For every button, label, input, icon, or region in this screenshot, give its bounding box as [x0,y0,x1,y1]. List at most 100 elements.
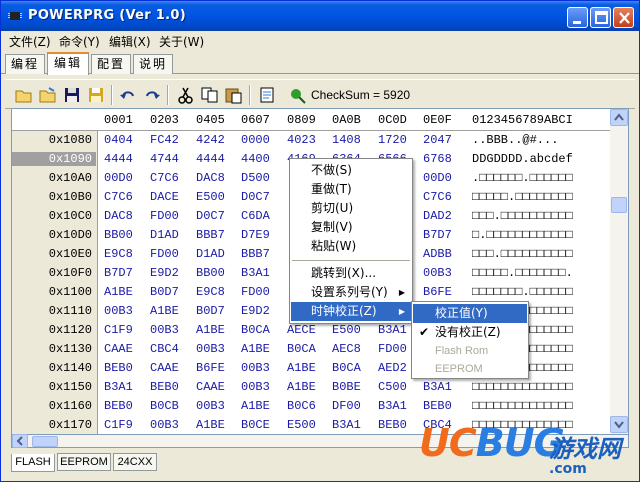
hex-cell[interactable]: BEB0 [150,380,179,394]
hex-cell[interactable]: B6FE [196,361,225,375]
hex-cell[interactable]: BEB0 [104,361,133,375]
hex-cell[interactable]: 4444 [196,152,225,166]
cut-button[interactable] [175,85,197,105]
ascii-cell[interactable]: □□□□□.□□□□□□□□ [472,190,573,204]
hex-cell[interactable]: B0CA [287,342,316,356]
tab-program[interactable]: 编程 [5,54,45,74]
menu-goto[interactable]: 跳转到(X)... [291,264,411,283]
ascii-cell[interactable]: .□□□□□□.□□□□□□ [472,171,573,185]
hex-cell[interactable]: B0C6 [287,399,316,413]
menu-clock-calibration[interactable]: 时钟校正(Z) ▶ [291,302,411,321]
ascii-cell[interactable]: □□□.□□□□□□□□□□ [472,247,573,261]
hex-cell[interactable]: BEB0 [378,418,407,432]
checksum-button[interactable] [287,85,309,105]
hex-row[interactable]: 0x1150 B3A1 BEB0 CAAE 00B3 A1BE B0BE C500 B3A1 □□… [12,380,610,399]
hex-cell[interactable]: DACE [150,190,179,204]
undo-button[interactable] [117,85,139,105]
hex-cell[interactable]: A1BE [196,323,225,337]
hex-cell[interactable]: B3A1 [241,266,270,280]
hex-cell[interactable]: 0000 [241,133,270,147]
hscroll-thumb[interactable] [32,436,58,447]
tab-24cxx[interactable]: 24CXX [113,453,157,471]
hex-cell[interactable]: A1BE [241,342,270,356]
tab-config[interactable]: 配置 [91,54,131,74]
menu-no-calibration[interactable]: ✔ 没有校正(Z) [413,323,527,342]
hex-cell[interactable]: FD00 [150,247,179,261]
hex-cell[interactable]: B0CE [241,418,270,432]
hex-cell[interactable]: E9C8 [196,285,225,299]
hex-cell[interactable]: 00B3 [241,380,270,394]
hex-cell[interactable]: CAAE [104,342,133,356]
hex-cell[interactable]: A1BE [241,399,270,413]
hex-cell[interactable]: BEB0 [104,399,133,413]
hex-cell[interactable]: E500 [332,323,361,337]
copy-button[interactable] [199,85,221,105]
hex-cell[interactable]: DF00 [332,399,361,413]
hex-cell[interactable]: CBC4 [150,342,179,356]
ascii-cell[interactable]: □.□□□□□□□□□□□□ [472,228,573,242]
hex-cell[interactable]: B0BE [332,380,361,394]
hex-cell[interactable]: A1BE [196,418,225,432]
hex-cell[interactable]: A1BE [104,285,133,299]
menu-calibration-value[interactable]: 校正值(Y) [413,304,527,323]
maximize-button[interactable] [590,7,611,28]
hex-cell[interactable]: AEC8 [332,342,361,356]
hex-cell[interactable]: FD00 [378,342,407,356]
hex-cell[interactable]: 00D0 [104,171,133,185]
new-file-button[interactable] [13,85,35,105]
hex-cell[interactable]: B6FE [423,285,452,299]
scroll-left-button[interactable] [12,434,28,448]
hex-cell[interactable]: FD00 [150,209,179,223]
hex-cell[interactable]: B3A1 [423,380,452,394]
hex-cell[interactable]: B7D7 [104,266,133,280]
menu-about[interactable]: 关于(W) [159,33,204,50]
ascii-cell[interactable]: ..BBB..@#... [472,133,558,147]
hex-cell[interactable]: B3A1 [378,399,407,413]
hex-cell[interactable]: D500 [241,171,270,185]
hex-cell[interactable]: DAC8 [196,171,225,185]
hex-cell[interactable]: BBB7 [241,247,270,261]
close-button[interactable] [613,7,634,28]
hex-cell[interactable]: D7E9 [241,228,270,242]
hex-cell[interactable]: ADBB [423,247,452,261]
hex-cell[interactable]: A1BE [287,361,316,375]
hex-cell[interactable]: E500 [287,418,316,432]
hex-cell[interactable]: B3A1 [378,323,407,337]
menu-copy[interactable]: 复制(V) [291,218,411,237]
hex-cell[interactable]: 00B3 [196,342,225,356]
menu-undo[interactable]: 不做(S) [291,161,411,180]
scroll-up-button[interactable] [610,109,628,126]
hex-cell[interactable]: A1BE [287,380,316,394]
hex-cell[interactable]: 00B3 [241,361,270,375]
hex-cell[interactable]: DAC8 [104,209,133,223]
ascii-cell[interactable]: □□□□□.□□□□□□□. [472,266,573,280]
vertical-scrollbar[interactable] [610,109,628,445]
menu-file[interactable]: 文件(Z) [9,33,51,50]
hex-cell[interactable]: C7C6 [150,171,179,185]
hex-cell[interactable]: 00B3 [104,304,133,318]
hex-cell[interactable]: B0D7 [150,285,179,299]
hex-cell[interactable]: 1720 [378,133,407,147]
tab-help[interactable]: 说明 [133,54,173,74]
tab-edit[interactable]: 编辑 [47,52,89,75]
hex-cell[interactable]: 4023 [287,133,316,147]
hex-cell[interactable]: FC42 [150,133,179,147]
hex-cell[interactable]: A1BE [150,304,179,318]
hex-cell[interactable]: C1F9 [104,323,133,337]
ascii-cell[interactable]: □□□.□□□□□□□□□□ [472,209,573,223]
hex-cell[interactable]: E500 [196,190,225,204]
hex-row[interactable]: 0x1080 0404 FC42 4242 0000 4023 1408 1720 2047..… [12,133,610,152]
paste-button[interactable] [223,85,245,105]
hex-cell[interactable]: D1AD [150,228,179,242]
save-button[interactable] [61,85,83,105]
hex-cell[interactable]: AED2 [378,361,407,375]
hex-cell[interactable]: B3A1 [332,418,361,432]
hex-cell[interactable]: AECE [287,323,316,337]
scroll-thumb[interactable] [611,197,627,213]
minimize-button[interactable] [567,7,588,28]
menu-cut[interactable]: 剪切(U) [291,199,411,218]
hex-cell[interactable]: FD00 [241,285,270,299]
hex-cell[interactable]: B7D7 [423,228,452,242]
hex-cell[interactable]: DAD2 [423,209,452,223]
hex-cell[interactable]: E9C8 [104,247,133,261]
